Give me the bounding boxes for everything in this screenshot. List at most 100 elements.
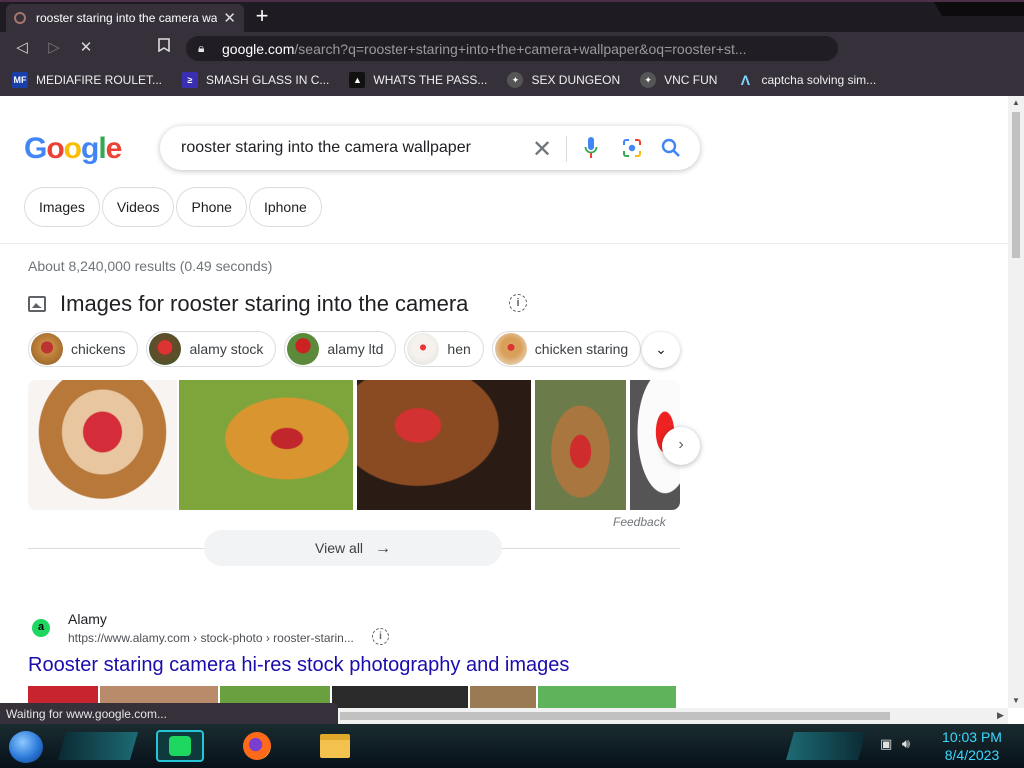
taskbar: ▣ 🔊︎ 10:03 PM 8/4/2023 bbox=[0, 724, 1024, 768]
result-thumb[interactable] bbox=[470, 686, 536, 708]
image-strip bbox=[28, 380, 680, 510]
clock[interactable]: 10:03 PM 8/4/2023 bbox=[938, 728, 1006, 764]
start-button[interactable] bbox=[9, 731, 43, 763]
scroll-up-icon[interactable]: ▲ bbox=[1012, 98, 1020, 107]
notes-icon bbox=[169, 736, 191, 756]
feedback-link[interactable]: Feedback bbox=[613, 515, 666, 529]
result-stats: About 8,240,000 results (0.49 seconds) bbox=[28, 258, 273, 274]
taskbar-decoration bbox=[786, 732, 866, 760]
filter-images[interactable]: Images bbox=[24, 187, 100, 227]
result-thumb[interactable] bbox=[538, 686, 676, 708]
filter-iphone[interactable]: Iphone bbox=[248, 187, 322, 227]
network-icon[interactable]: ▣ bbox=[880, 736, 892, 751]
arrow-right-icon: → bbox=[374, 540, 391, 557]
filter-phone[interactable]: Phone bbox=[176, 187, 247, 227]
taskbar-decoration bbox=[58, 732, 138, 760]
result-url[interactable]: https://www.alamy.com › stock-photo › ro… bbox=[68, 631, 354, 645]
view-all-label: View all bbox=[315, 540, 364, 556]
chip-thumbnail bbox=[494, 333, 527, 365]
search-input[interactable]: rooster staring into the camera wallpape… bbox=[181, 139, 471, 157]
image-result[interactable] bbox=[357, 380, 531, 510]
taskbar-firefox[interactable] bbox=[240, 730, 274, 762]
refine-chip[interactable]: alamy stock bbox=[146, 331, 277, 367]
tab-bar: rooster staring into the camera wa ✕ + bbox=[0, 0, 1024, 32]
header-divider bbox=[0, 243, 1008, 244]
tab-title: rooster staring into the camera wa bbox=[36, 11, 218, 25]
chip-label: alamy stock bbox=[189, 341, 264, 357]
url-domain: google.com bbox=[222, 40, 295, 57]
image-result[interactable] bbox=[179, 380, 353, 510]
dungeon-icon: ✦ bbox=[507, 72, 524, 88]
bookmarks-bar: MF MEDIAFIRE ROULET... ≥ SMASH GLASS IN … bbox=[0, 64, 1024, 96]
status-bar: Waiting for www.google.com... bbox=[0, 703, 338, 725]
url-bar[interactable]: 🔒︎ google.com/search?q=rooster+staring+i… bbox=[186, 36, 838, 61]
google-logo[interactable]: Google bbox=[24, 132, 122, 166]
bookmark-label: SMASH GLASS IN C... bbox=[206, 73, 330, 87]
images-section-title[interactable]: Images for rooster staring into the came… bbox=[60, 291, 468, 317]
result-site-name[interactable]: Alamy bbox=[68, 611, 107, 627]
bookmark-captcha[interactable]: Λ captcha solving sim... bbox=[737, 72, 876, 88]
chip-label: alamy ltd bbox=[327, 341, 384, 357]
next-images-button[interactable]: › bbox=[662, 427, 700, 465]
pass-icon: ▲ bbox=[349, 72, 366, 88]
camera-lens-icon[interactable] bbox=[622, 138, 642, 158]
browser-tab[interactable]: rooster staring into the camera wa ✕ bbox=[6, 4, 244, 32]
system-tray: ▣ 🔊︎ bbox=[880, 736, 910, 752]
refine-chip[interactable]: hen bbox=[404, 331, 484, 367]
bookmark-label: VNC FUN bbox=[664, 73, 718, 87]
back-button[interactable]: ◁ bbox=[12, 38, 32, 58]
bookmark-dungeon[interactable]: ✦ SEX DUNGEON bbox=[507, 72, 620, 88]
taskbar-notes-app[interactable] bbox=[156, 730, 204, 762]
chip-label: chickens bbox=[71, 341, 126, 357]
images-section-header: Images for rooster staring into the came… bbox=[28, 291, 468, 317]
forward-button[interactable]: ▷ bbox=[44, 38, 64, 58]
bookmark-whats-the-pass[interactable]: ▲ WHATS THE PASS... bbox=[349, 72, 487, 88]
refine-chip[interactable]: chicken staring bbox=[491, 331, 642, 367]
clear-search-icon[interactable]: ✕ bbox=[532, 135, 552, 164]
result-thumb[interactable] bbox=[332, 686, 468, 708]
filter-videos[interactable]: Videos bbox=[101, 187, 175, 227]
bookmark-icon[interactable] bbox=[154, 38, 174, 58]
new-tab-button[interactable]: + bbox=[252, 5, 272, 27]
bookmark-label: WHATS THE PASS... bbox=[373, 73, 488, 87]
url-path: /search?q=rooster+staring+into+the+camer… bbox=[294, 40, 747, 57]
result-info-icon[interactable]: i bbox=[372, 628, 389, 645]
scroll-thumb[interactable] bbox=[1012, 112, 1020, 258]
expand-chips-button[interactable]: ⌄ bbox=[642, 332, 680, 368]
image-result[interactable] bbox=[535, 380, 626, 510]
scroll-right-icon[interactable]: ▶ bbox=[997, 710, 1004, 721]
bookmark-label: captcha solving sim... bbox=[761, 73, 877, 87]
bookmark-vnc-fun[interactable]: ✦ VNC FUN bbox=[640, 72, 717, 88]
microphone-icon[interactable] bbox=[584, 136, 598, 160]
search-icon[interactable] bbox=[660, 137, 682, 159]
image-result[interactable] bbox=[28, 380, 177, 510]
refine-chip[interactable]: chickens bbox=[28, 331, 139, 367]
close-tab-icon[interactable]: ✕ bbox=[223, 9, 236, 27]
screen: rooster staring into the camera wa ✕ + ◁… bbox=[0, 0, 1024, 768]
vertical-scrollbar[interactable]: ▲ ▼ bbox=[1008, 96, 1024, 708]
search-box[interactable]: rooster staring into the camera wallpape… bbox=[160, 126, 700, 170]
scroll-down-icon[interactable]: ▼ bbox=[1012, 696, 1020, 705]
hscroll-thumb[interactable] bbox=[340, 712, 890, 720]
google-results-page: Google rooster staring into the camera w… bbox=[0, 96, 1008, 708]
smash-icon: ≥ bbox=[182, 72, 199, 88]
lock-icon: 🔒︎ bbox=[198, 41, 205, 55]
chip-thumbnail bbox=[149, 333, 182, 365]
taskbar-file-explorer[interactable] bbox=[318, 730, 352, 762]
result-title-link[interactable]: Rooster staring camera hi-res stock phot… bbox=[28, 654, 569, 677]
clock-date: 8/4/2023 bbox=[944, 747, 1000, 763]
view-all-button[interactable]: View all → bbox=[204, 530, 502, 566]
bookmark-smash-glass[interactable]: ≥ SMASH GLASS IN C... bbox=[182, 72, 329, 88]
window-decoration bbox=[934, 2, 1024, 16]
bookmark-mediafire[interactable]: MF MEDIAFIRE ROULET... bbox=[12, 72, 162, 88]
alamy-favicon: a bbox=[32, 619, 50, 637]
volume-icon[interactable]: 🔊︎ bbox=[902, 736, 910, 751]
image-icon bbox=[28, 296, 46, 312]
chip-label: hen bbox=[447, 341, 471, 357]
firefox-icon bbox=[243, 732, 271, 760]
vnc-icon: ✦ bbox=[640, 72, 657, 88]
stop-loading-button[interactable]: ✕ bbox=[76, 38, 96, 58]
about-info-icon[interactable]: i bbox=[509, 294, 527, 312]
chip-thumbnail bbox=[31, 333, 63, 365]
refine-chip[interactable]: alamy ltd bbox=[284, 331, 397, 367]
